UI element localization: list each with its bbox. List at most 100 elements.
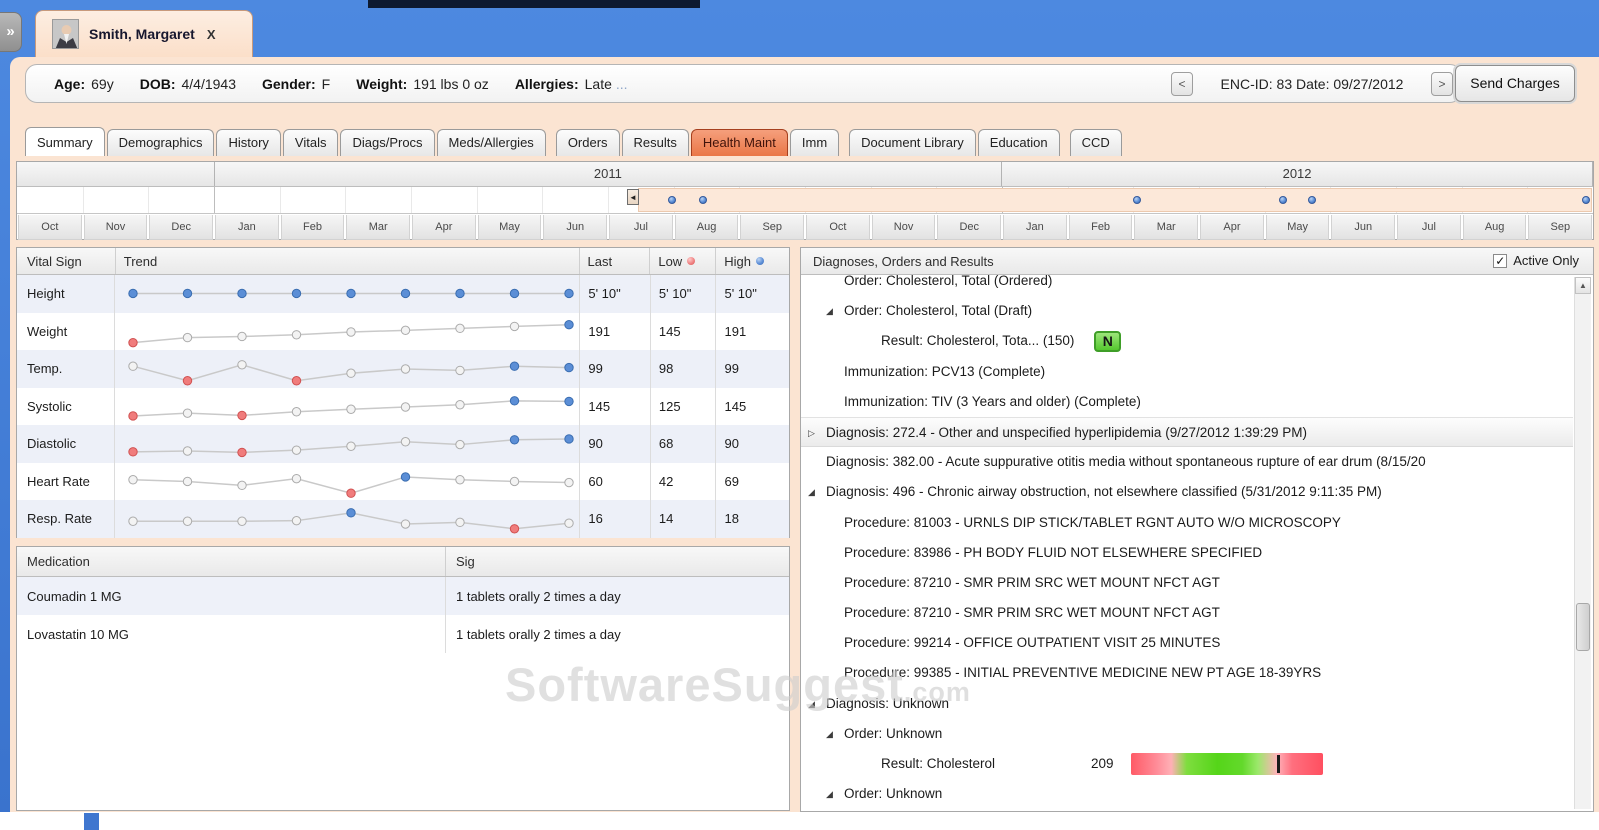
timeline-encounter-dot[interactable] [1581,196,1590,204]
timeline-selection-handle-icon[interactable]: ◄ [626,189,639,205]
tab-orders[interactable]: Orders [555,129,620,156]
tab-education[interactable]: Education [977,129,1060,156]
timeline-month-12-oct[interactable]: Oct [806,215,870,240]
sidebar-collapse-button[interactable]: » [0,12,22,52]
allergies-more-link[interactable]: ... [616,76,628,92]
vital-trend-sparkline [115,387,581,425]
scrollbar-up-icon[interactable]: ▲ [1575,277,1591,294]
dor-item-9[interactable]: Procedure: 83986 - PH BODY FLUID NOT ELS… [801,538,1573,568]
timeline-month-9-jul[interactable]: Jul [609,215,673,240]
vital-row-heart-rate[interactable]: Heart Rate 60 42 69 [17,462,789,500]
timeline-selection-range[interactable] [637,188,1592,212]
dor-item-16[interactable]: Result: Cholesterol 209 [801,749,1573,779]
timeline-track[interactable]: ◄ [17,187,1593,213]
tab-diags-procs[interactable]: Diags/Procs [340,129,435,156]
medication-row-lovastatin-10-mg[interactable]: Lovastatin 10 MG 1 tablets orally 2 times… [17,615,789,653]
timeline-month-7-may[interactable]: May [477,215,542,240]
sig-header: Sig [456,554,475,569]
timeline-month-11-sep[interactable]: Sep [740,215,805,240]
low-header: Low [658,253,683,269]
vital-row-diastolic[interactable]: Diastolic 90 68 90 [17,425,789,463]
dor-item-3[interactable]: Immunization: PCV13 (Complete) [801,357,1573,387]
vital-row-weight[interactable]: Weight 191 145 191 [17,312,789,350]
timeline-month-18-apr[interactable]: Apr [1200,215,1264,240]
tab-imm[interactable]: Imm [789,129,840,156]
dor-item-7[interactable]: ◢ Diagnosis: 496 - Chronic airway obstruc… [801,477,1573,507]
collapse-icon[interactable]: ◢ [826,779,833,809]
tab-vitals[interactable]: Vitals [282,129,339,156]
dor-item-11[interactable]: Procedure: 87210 - SMR PRIM SRC WET MOUN… [801,598,1573,628]
tab-meds-allergies[interactable]: Meds/Allergies [436,129,546,156]
tab-results[interactable]: Results [621,129,689,156]
vital-row-temp[interactable]: Temp. 99 98 99 [17,350,789,388]
timeline-month-16-feb[interactable]: Feb [1068,215,1133,240]
next-encounter-button[interactable]: > [1431,71,1453,96]
tab-demographics[interactable]: Demographics [106,129,215,156]
vital-row-systolic[interactable]: Systolic 145 125 145 [17,387,789,425]
timeline-month-15-jan[interactable]: Jan [1003,215,1067,240]
timeline-encounter-dot[interactable] [1307,196,1316,204]
vital-last-value: 60 [580,462,651,500]
collapse-icon[interactable]: ◢ [808,477,815,507]
vital-high-value: 18 [724,511,739,527]
timeline-month-22-aug[interactable]: Aug [1462,215,1527,240]
medication-row-coumadin-1-mg[interactable]: Coumadin 1 MG 1 tablets orally 2 times a … [17,577,789,615]
timeline-month-8-jun[interactable]: Jun [543,215,608,240]
vital-row-height[interactable]: Height 5' 10" 5' 10" 5' 10" [17,275,789,313]
collapse-icon[interactable]: ◢ [826,296,833,326]
patient-tab[interactable]: Smith, Margaret X [35,10,253,57]
weight-value: 191 lbs 0 oz [413,75,489,92]
dor-item-17[interactable]: ◢ Order: Unknown [801,779,1573,809]
dor-item-1[interactable]: ◢ Order: Cholesterol, Total (Draft) [801,296,1573,326]
vital-row-resp-rate[interactable]: Resp. Rate 16 14 18 [17,500,789,538]
collapse-icon[interactable]: ◢ [826,719,833,749]
tab-document-library[interactable]: Document Library [849,129,976,156]
timeline-month-5-mar[interactable]: Mar [346,215,411,240]
active-only-filter[interactable]: ✓ Active Only [1493,253,1579,268]
dor-item-5[interactable]: ▷ Diagnosis: 272.4 - Other and unspecifie… [801,416,1573,448]
timeline-gridline [214,187,215,213]
close-tab-icon[interactable]: X [207,27,216,42]
scrollbar-thumb[interactable] [1576,603,1590,651]
dor-item-text: Diagnosis: 382.00 - Acute suppurative ot… [826,454,1426,470]
timeline-month-1-nov[interactable]: Nov [83,215,148,240]
tab-health-maint[interactable]: Health Maint [690,129,788,156]
vital-high-value: 99 [724,361,739,377]
dor-item-text: Immunization: TIV (3 Years and older) (C… [844,393,1141,409]
timeline-encounter-dot[interactable] [1132,196,1141,204]
dor-item-8[interactable]: Procedure: 81003 - URNLS DIP STICK/TABLE… [801,508,1573,538]
timeline-month-17-mar[interactable]: Mar [1134,215,1199,240]
timeline-month-19-may[interactable]: May [1265,215,1330,240]
vital-name: Height [17,275,116,313]
timeline-month-0-oct[interactable]: Oct [18,215,82,240]
timeline-month-21-jul[interactable]: Jul [1397,215,1461,240]
dor-item-10[interactable]: Procedure: 87210 - SMR PRIM SRC WET MOUN… [801,568,1573,598]
dor-item-15[interactable]: ◢ Order: Unknown [801,719,1573,749]
send-charges-button[interactable]: Send Charges [1455,65,1575,102]
timeline-month-2-dec[interactable]: Dec [149,215,214,240]
timeline-encounter-dot[interactable] [667,196,676,204]
timeline-month-14-dec[interactable]: Dec [937,215,1002,240]
chevron-right-icon: » [6,23,15,40]
timeline-month-13-nov[interactable]: Nov [871,215,936,240]
dor-item-2[interactable]: Result: Cholesterol, Tota... (150) N [801,326,1573,356]
expand-icon[interactable]: ▷ [808,418,815,448]
timeline-month-23-sep[interactable]: Sep [1528,215,1593,240]
timeline-month-6-apr[interactable]: Apr [412,215,476,240]
timeline-month-3-jan[interactable]: Jan [215,215,279,240]
active-only-checkbox[interactable]: ✓ [1493,253,1508,268]
dor-item-12[interactable]: Procedure: 99214 - OFFICE OUTPATIENT VIS… [801,628,1573,658]
medication-rows: Coumadin 1 MG 1 tablets orally 2 times a … [17,577,789,653]
dor-item-0[interactable]: Order: Cholesterol, Total (Ordered) [801,275,1573,296]
dor-scrollbar[interactable]: ▲ [1574,277,1591,809]
vital-high-value: 145 [724,398,747,414]
tab-summary[interactable]: Summary [25,127,105,156]
timeline-month-20-jun[interactable]: Jun [1331,215,1396,240]
timeline-month-10-aug[interactable]: Aug [674,215,739,240]
dor-item-4[interactable]: Immunization: TIV (3 Years and older) (C… [801,387,1573,417]
tab-history[interactable]: History [216,129,281,156]
tab-ccd[interactable]: CCD [1069,129,1122,156]
prev-encounter-button[interactable]: < [1171,71,1193,96]
dor-item-6[interactable]: Diagnosis: 382.00 - Acute suppurative ot… [801,447,1573,477]
timeline-month-4-feb[interactable]: Feb [280,215,345,240]
